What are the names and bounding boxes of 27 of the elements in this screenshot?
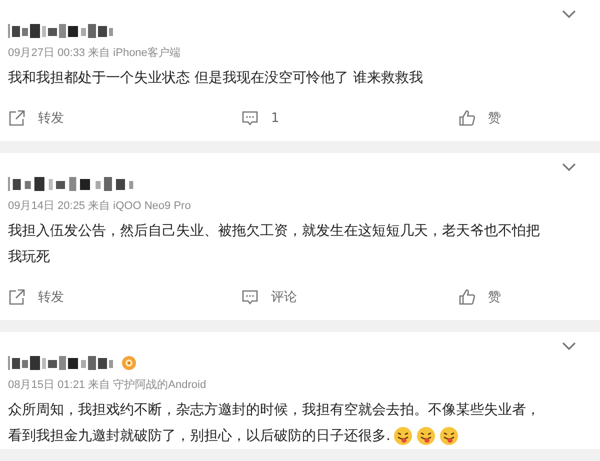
badge-icon [120,354,138,372]
chevron-down-icon[interactable] [562,163,576,172]
thumbs-up-icon[interactable] [458,288,476,306]
tongue-emoji-icon [416,426,436,446]
post-text: 看到我担金九邀封就破防了，别担心，以后破防的日子还很多. [8,427,390,446]
chevron-down-icon[interactable] [562,342,576,351]
post-text: 众所周知，我担戏约不断，杂志方邀封的时候，我担有空就会去拍。不像某些失业者， [8,401,540,420]
like-label[interactable]: 赞 [488,288,501,306]
comment-label[interactable]: 1 [271,110,280,126]
chevron-down-icon[interactable] [562,10,576,19]
thumbs-up-icon[interactable] [458,109,476,127]
repost-label[interactable]: 转发 [38,109,64,127]
share-icon[interactable] [8,109,26,127]
post-text: 我和我担都处于一个失业状态 但是我现在没空可怜他了 谁来救救我 [8,69,423,88]
post-text: 我担入伍发公告，然后自己失业、被拖欠工资，就发生在这短短几天，老天爷也不怕把 [8,222,540,241]
post-meta: 09月27日 00:33 来自 iPhone客户端 [8,46,182,60]
tongue-emoji-icon [439,426,460,446]
share-icon[interactable] [8,288,26,306]
post-meta: 09月14日 20:25 来自 iQOO Neo9 Pro [8,199,192,213]
comment-icon[interactable] [241,288,259,306]
tongue-emoji-icon [393,426,414,446]
post-meta: 08月15日 01:21 来自 守护阿战的Android [8,378,208,392]
like-label[interactable]: 赞 [488,109,501,127]
post-text: 我玩死 [8,248,50,267]
comment-label[interactable]: 评论 [271,288,297,306]
comment-icon[interactable] [241,109,259,127]
repost-label[interactable]: 转发 [38,288,64,306]
